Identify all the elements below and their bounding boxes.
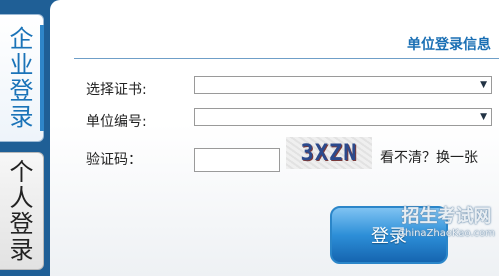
captcha-text: 3XZN [300, 140, 358, 166]
refresh-captcha-link[interactable]: 看不清？换一张 [380, 147, 478, 167]
watermark-sub: ChinaZhaoKao.com [398, 228, 495, 239]
tab-personal-char: 录 [9, 236, 34, 264]
site-watermark: 招生考试网 ChinaZhaoKao.com [398, 206, 495, 240]
tab-company-char: 录 [9, 103, 34, 131]
captcha-input[interactable] [194, 148, 280, 172]
captcha-label: 验证码： [86, 152, 142, 168]
tab-company-char: 企 [9, 25, 34, 53]
tab-personal-char: 人 [9, 184, 34, 212]
dropdown-arrow-icon: ▼ [480, 80, 487, 90]
tab-company-char: 登 [9, 77, 34, 105]
tab-personal-login[interactable]: 个 人 登 录 [0, 152, 44, 270]
tab-company-login[interactable]: 企 业 登 录 [0, 14, 44, 142]
tab-personal-char: 个 [9, 158, 34, 186]
tab-company-char: 业 [9, 51, 34, 79]
dropdown-arrow-icon: ▼ [480, 112, 487, 122]
tab-personal-char: 登 [9, 210, 34, 238]
captcha-image[interactable]: 3XZN [286, 137, 372, 169]
panel-title: 单位登录信息 [407, 37, 491, 53]
login-panel: 单位登录信息 选择证书: ▼ 单位编号: ▼ 验证码： 3XZN 看不清？换一张… [50, 0, 499, 276]
title-divider [74, 58, 499, 59]
unit-no-label: 单位编号: [86, 114, 147, 130]
select-cert-label: 选择证书: [86, 82, 147, 98]
active-tab-indicator [40, 25, 44, 131]
unit-no-dropdown[interactable]: ▼ [194, 108, 492, 126]
select-cert-dropdown[interactable]: ▼ [194, 76, 492, 94]
watermark-main: 招生考试网 [401, 206, 492, 227]
